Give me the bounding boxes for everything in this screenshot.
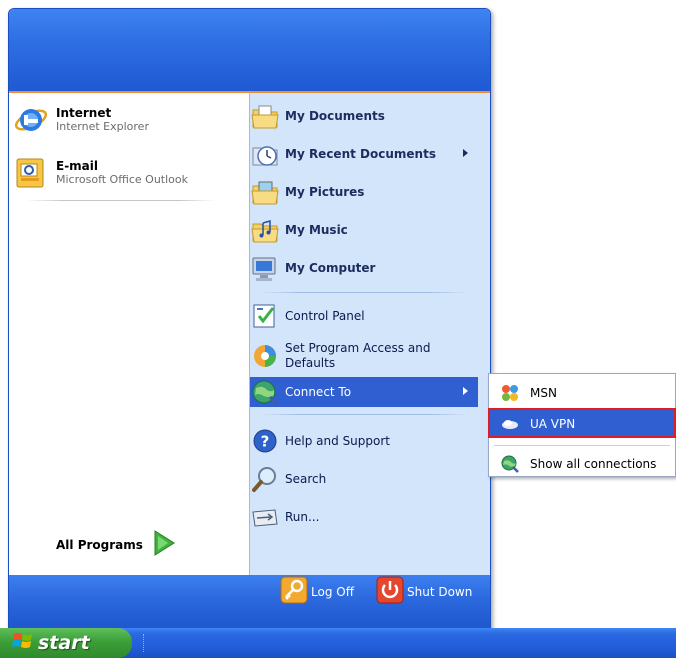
menu-item-my-recent-documents[interactable]: My Recent Documents — [250, 139, 478, 169]
power-icon — [376, 576, 404, 608]
menu-item-label: Search — [285, 472, 327, 486]
log-off-button[interactable]: Log Off — [280, 576, 354, 608]
pinned-email[interactable]: E-mail Microsoft Office Outlook — [14, 155, 224, 191]
pinned-subtitle: Microsoft Office Outlook — [56, 173, 188, 186]
menu-item-connect-to[interactable]: Connect To — [250, 377, 478, 407]
menu-item-label: Run... — [285, 510, 320, 524]
program-access-icon — [250, 341, 280, 371]
computer-icon — [250, 253, 280, 283]
network-connections-icon — [500, 454, 520, 474]
start-label: start — [38, 632, 90, 654]
places-separator — [260, 414, 470, 415]
all-programs-button[interactable]: All Programs — [56, 530, 175, 560]
menu-item-search[interactable]: Search — [250, 464, 478, 494]
menu-item-set-program-access[interactable]: Set Program Access and Defaults — [250, 336, 478, 376]
submenu-item-label: MSN — [530, 386, 557, 400]
taskbar-grip[interactable] — [143, 634, 147, 652]
folder-pictures-icon — [250, 177, 280, 207]
submenu-separator — [494, 445, 670, 446]
log-off-label: Log Off — [311, 585, 354, 599]
pinned-internet[interactable]: Internet Internet Explorer — [14, 102, 224, 138]
recent-documents-icon — [250, 139, 280, 169]
menu-item-label: My Documents — [285, 109, 385, 123]
submenu-arrow-icon — [463, 149, 468, 157]
green-arrow-icon — [153, 530, 175, 560]
menu-item-label: Connect To — [285, 385, 352, 399]
menu-item-help-and-support[interactable]: ? Help and Support — [250, 426, 478, 456]
menu-item-label: My Recent Documents — [285, 147, 436, 161]
pinned-subtitle: Internet Explorer — [56, 120, 149, 133]
submenu-item-label: Show all connections — [530, 457, 657, 471]
all-programs-label: All Programs — [56, 538, 143, 552]
submenu-arrow-icon — [463, 387, 468, 395]
folder-documents-icon — [250, 101, 280, 131]
key-icon — [280, 576, 308, 608]
menu-item-label: My Pictures — [285, 185, 365, 199]
menu-item-label: My Music — [285, 223, 348, 237]
menu-item-control-panel[interactable]: Control Panel — [250, 301, 478, 331]
internet-explorer-icon — [14, 103, 48, 137]
start-button[interactable]: start — [0, 628, 132, 658]
pinned-separator — [26, 200, 216, 201]
pinned-title: E-mail — [56, 159, 99, 173]
menu-item-label: Help and Support — [285, 434, 390, 448]
selection-highlight-box — [488, 408, 676, 438]
windows-logo-icon — [12, 631, 34, 655]
menu-item-my-pictures[interactable]: My Pictures — [250, 177, 478, 207]
menu-item-my-computer[interactable]: My Computer — [250, 253, 478, 283]
shut-down-label: Shut Down — [407, 585, 473, 599]
menu-item-my-documents[interactable]: My Documents — [250, 101, 478, 131]
places-separator — [260, 292, 470, 293]
menu-item-my-music[interactable]: My Music — [250, 215, 478, 245]
menu-item-label: Set Program Access and Defaults — [285, 341, 431, 370]
shut-down-button[interactable]: Shut Down — [376, 576, 472, 608]
submenu-item-msn[interactable]: MSN — [490, 379, 674, 407]
pinned-title: Internet — [56, 106, 112, 120]
msn-butterfly-icon — [500, 383, 520, 403]
help-icon: ? — [250, 426, 280, 456]
search-icon — [250, 464, 280, 494]
menu-item-label: My Computer — [285, 261, 376, 275]
svg-text:?: ? — [261, 433, 270, 451]
submenu-item-show-all-connections[interactable]: Show all connections — [490, 450, 674, 478]
folder-music-icon — [250, 215, 280, 245]
menu-item-run[interactable]: Run... — [250, 502, 478, 532]
menu-item-label: Control Panel — [285, 309, 365, 323]
start-menu-header — [9, 9, 490, 91]
network-globe-icon — [250, 377, 280, 407]
control-panel-icon — [250, 301, 280, 331]
run-icon — [250, 502, 280, 532]
outlook-icon — [14, 156, 48, 190]
